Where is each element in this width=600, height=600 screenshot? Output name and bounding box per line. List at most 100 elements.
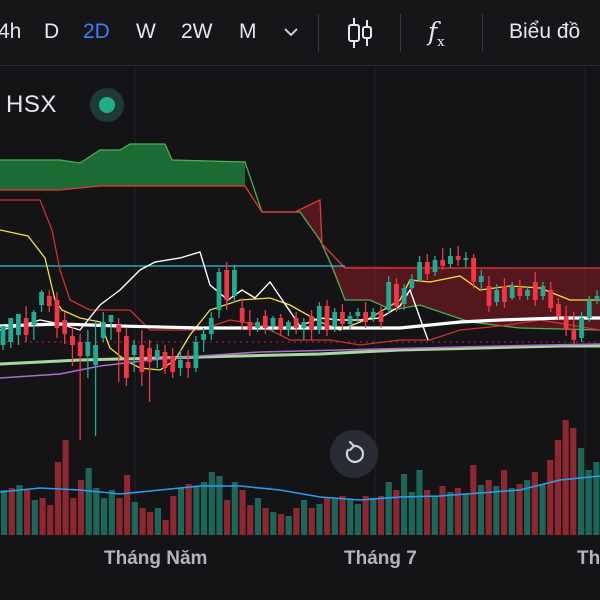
volume-bar	[301, 500, 308, 535]
volume-bar	[539, 484, 546, 535]
volume-bar	[216, 476, 223, 535]
chart-type-button[interactable]: Biểu đồ	[509, 20, 580, 44]
chevron-down-icon[interactable]	[283, 26, 299, 38]
market-status[interactable]	[90, 88, 124, 122]
candle-body	[509, 286, 515, 298]
volume-bar	[570, 428, 577, 535]
candle-body	[178, 360, 183, 368]
x-axis-label-may: Tháng Năm	[104, 548, 208, 569]
candle-body	[363, 312, 368, 322]
volume-bar	[108, 490, 115, 535]
volume-bar	[8, 488, 15, 535]
senkou-span-b	[0, 185, 600, 269]
candle-body	[448, 256, 453, 264]
volume-bar	[239, 490, 246, 535]
volume-bar	[62, 440, 69, 535]
candle-body	[594, 296, 600, 300]
volume-bar	[254, 498, 261, 535]
volume-bar	[516, 484, 523, 535]
candle-body	[563, 316, 569, 330]
volume-bar	[224, 500, 231, 535]
candle-body	[46, 296, 52, 306]
volume-bar	[593, 462, 600, 535]
volume-bar	[354, 504, 361, 535]
timeframe-2d[interactable]: 2D	[83, 20, 110, 44]
market-status-dot	[99, 97, 115, 113]
volume-bar	[577, 448, 585, 535]
timeframe-4h[interactable]: 4h	[0, 20, 21, 44]
volume-bar	[277, 514, 285, 535]
candle-body	[463, 258, 469, 260]
volume-bar	[324, 498, 331, 535]
candle-body	[8, 318, 14, 342]
candle-body	[386, 282, 392, 310]
candle-body	[432, 260, 438, 272]
exchange-label[interactable]: HSX	[6, 91, 57, 119]
candle-body	[31, 312, 37, 325]
candle-body	[232, 270, 237, 296]
volume-bars	[1, 420, 600, 535]
candle-body	[409, 280, 415, 288]
timeframe-w[interactable]: W	[136, 20, 156, 44]
volume-bar	[31, 500, 38, 535]
volume-bar	[124, 475, 131, 535]
candle-body	[247, 322, 253, 330]
candle-body	[478, 276, 484, 282]
candle-body	[347, 316, 353, 324]
candle-body	[262, 316, 268, 328]
volume-bar	[201, 482, 208, 535]
candle-body	[401, 288, 407, 304]
reset-icon	[345, 441, 365, 463]
volume-bar	[308, 508, 315, 535]
candle-body	[455, 256, 461, 260]
volume-bar	[170, 496, 177, 535]
volume-bar	[562, 420, 569, 535]
candle-body	[548, 290, 554, 308]
toolbar-divider	[400, 14, 401, 52]
reset-chart-button[interactable]	[330, 430, 378, 478]
toolbar-divider	[318, 14, 319, 52]
volume-bar	[531, 472, 538, 535]
volume-bar	[262, 508, 269, 535]
volume-bar	[385, 482, 392, 535]
volume-bar	[116, 498, 123, 535]
candle-body	[201, 334, 206, 340]
timeframe-d[interactable]: D	[44, 20, 59, 44]
candle-body	[293, 318, 299, 328]
candle-body	[147, 348, 152, 362]
price-chart[interactable]	[0, 66, 600, 546]
candle-body	[116, 325, 122, 332]
indicators-fx-icon[interactable]: fx	[428, 17, 445, 50]
candle-body	[23, 318, 29, 335]
volume-bar	[185, 484, 192, 535]
volume-bar	[101, 498, 108, 535]
candle-body	[54, 300, 60, 328]
candle-body	[301, 322, 307, 328]
volume-bar	[177, 488, 185, 535]
volume-bar	[339, 496, 346, 535]
candle-body	[579, 318, 584, 338]
candle-body	[278, 318, 284, 330]
volume-bar	[285, 516, 292, 535]
candle-body	[370, 312, 376, 318]
candle-body	[77, 342, 83, 356]
volume-bar	[293, 508, 300, 535]
volume-bar	[485, 480, 492, 535]
volume-bar	[47, 505, 54, 535]
candle-body	[0, 326, 6, 345]
ichimoku-cloud	[0, 143, 600, 331]
volume-bar	[139, 508, 146, 535]
candle-body	[332, 312, 338, 326]
volume-bar	[554, 440, 561, 535]
timeframe-m[interactable]: M	[239, 20, 257, 44]
timeframe-2w[interactable]: 2W	[181, 20, 213, 44]
volume-bar	[39, 498, 46, 535]
volume-bar	[347, 500, 354, 535]
candle-body	[424, 262, 430, 274]
candle-body	[162, 352, 168, 368]
candle-body	[39, 292, 44, 305]
candlestick-icon[interactable]	[345, 16, 375, 50]
volume-bar	[1, 490, 8, 535]
candle-body	[494, 290, 500, 302]
candle-body	[586, 300, 592, 318]
